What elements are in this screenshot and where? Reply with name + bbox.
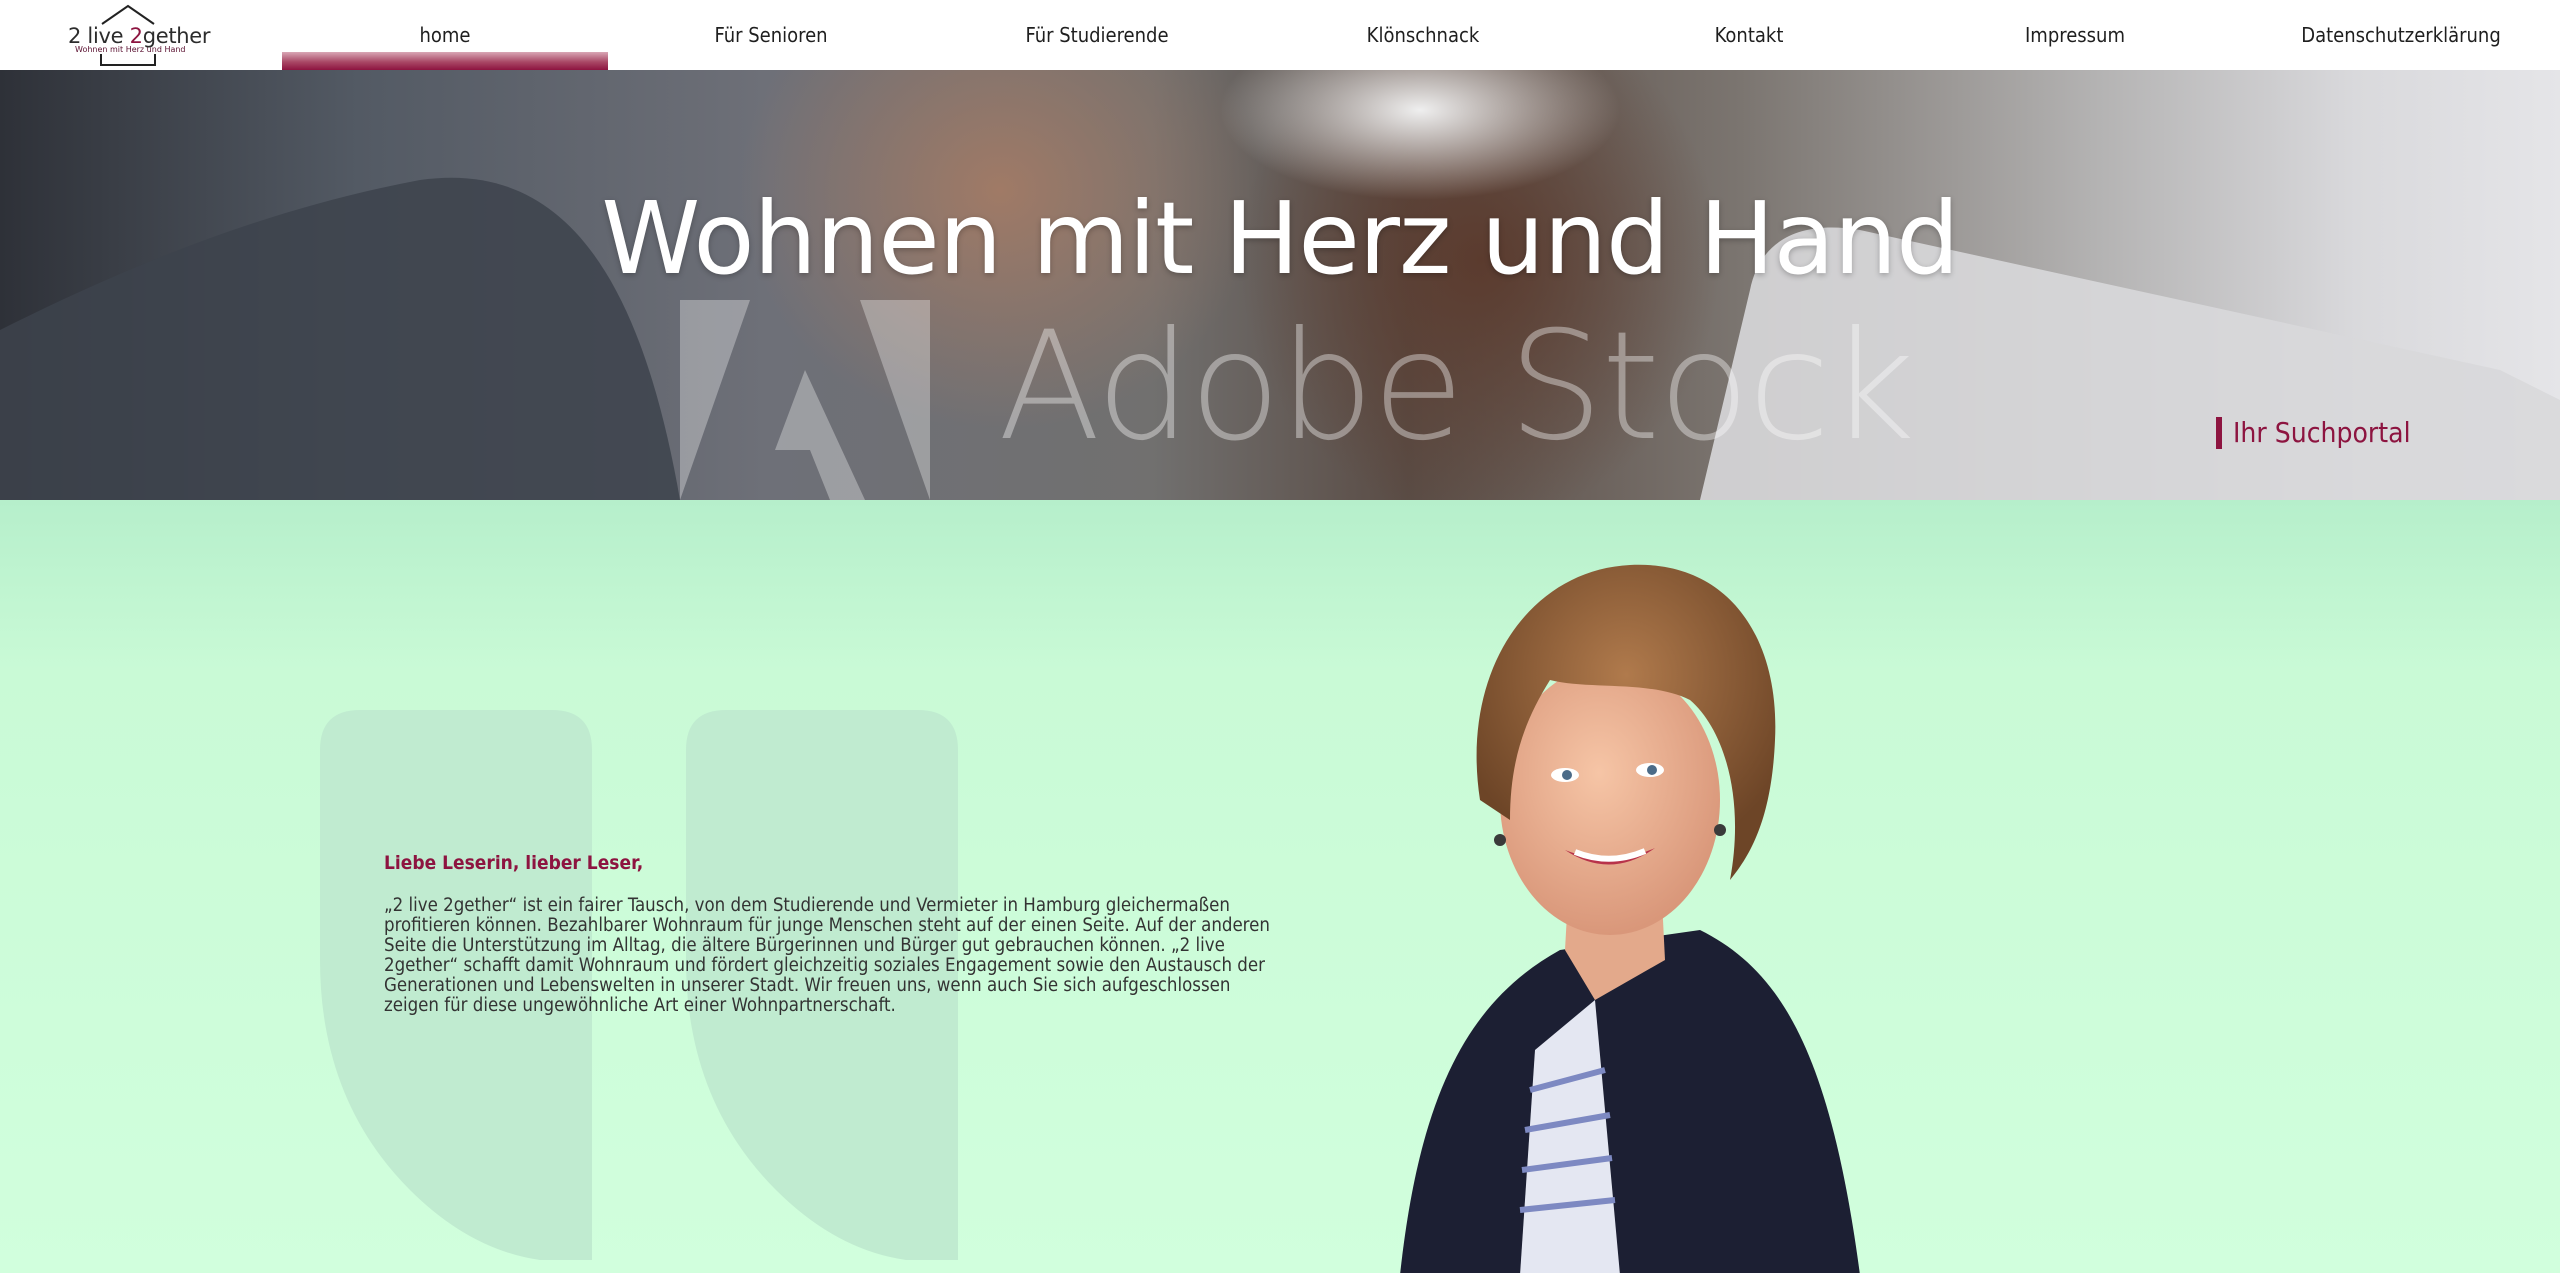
- house-roof-icon: [101, 4, 155, 25]
- hero-banner: Wohnen mit Herz und Hand Adobe Stock Ihr…: [0, 70, 2560, 500]
- nav-impressum[interactable]: Impressum: [1912, 0, 2238, 70]
- suchportal-link[interactable]: Ihr Suchportal: [2216, 416, 2411, 449]
- site-logo[interactable]: 2 live 2gether Wohnen mit Herz und Hand: [62, 2, 211, 66]
- nav-kloenschnack[interactable]: Klönschnack: [1260, 0, 1586, 70]
- nav-datenschutzerklaerung[interactable]: Datenschutzerklärung: [2238, 0, 2560, 70]
- stock-watermark: Adobe Stock: [680, 300, 1920, 500]
- suchportal-label: Ihr Suchportal: [2233, 416, 2411, 449]
- nav-kontakt[interactable]: Kontakt: [1586, 0, 1912, 70]
- watermark-text: Adobe Stock: [998, 300, 1915, 474]
- adobe-logo-icon: [680, 300, 930, 500]
- logo-house-base: [100, 54, 156, 66]
- letter-greeting: Liebe Leserin, lieber Leser,: [384, 852, 644, 874]
- hero-title: Wohnen mit Herz und Hand: [601, 180, 1959, 297]
- welcome-letter: Liebe Leserin, lieber Leser, „2 live 2ge…: [384, 852, 1284, 1016]
- nav-fuer-senioren[interactable]: Für Senioren: [608, 0, 934, 70]
- suchportal-accent-bar: [2216, 416, 2222, 449]
- logo-tagline: Wohnen mit Herz und Hand: [75, 45, 186, 54]
- nav-fuer-studierende[interactable]: Für Studierende: [934, 0, 1260, 70]
- letter-body: „2 live 2gether“ ist ein fairer Tausch, …: [384, 895, 1270, 1016]
- nav-home[interactable]: home: [282, 0, 608, 70]
- portrait-image: [1400, 564, 1860, 1273]
- welcome-section: Liebe Leserin, lieber Leser, „2 live 2ge…: [0, 500, 2560, 1273]
- main-navigation: home Für Senioren Für Studierende Klönsc…: [282, 0, 2560, 70]
- site-header: 2 live 2gether Wohnen mit Herz und Hand …: [0, 0, 2560, 70]
